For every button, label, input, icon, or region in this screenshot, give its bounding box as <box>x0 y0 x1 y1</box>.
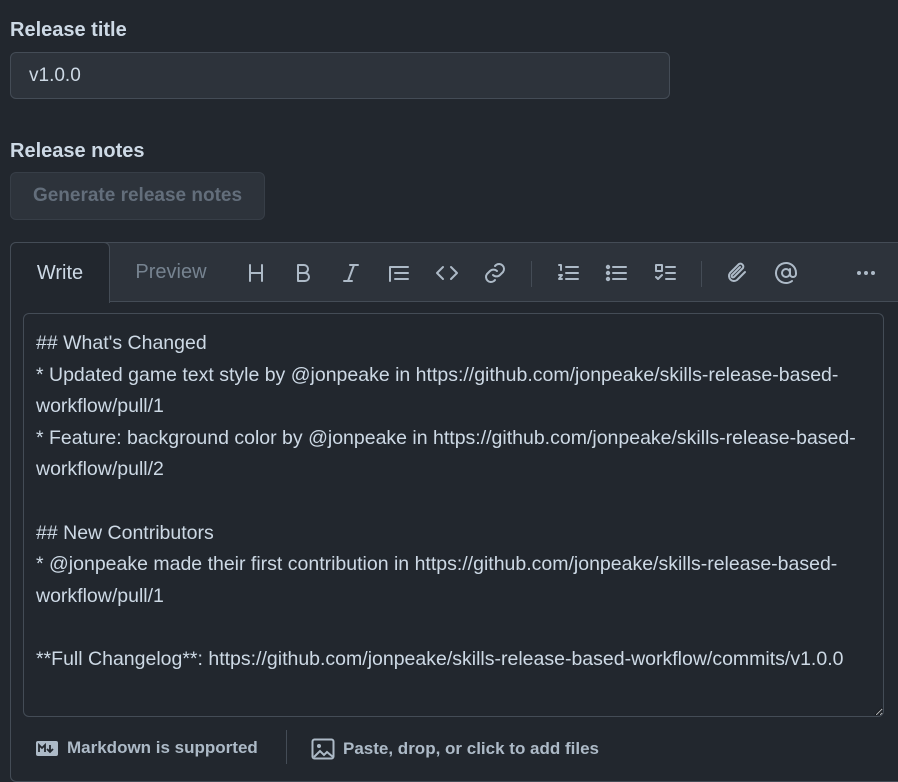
editor-toolbar: Write Preview <box>10 242 898 303</box>
quote-icon[interactable] <box>382 257 416 289</box>
markdown-icon <box>36 740 58 756</box>
tab-preview[interactable]: Preview <box>126 242 216 303</box>
markdown-supported-link[interactable]: Markdown is supported <box>35 738 258 758</box>
ordered-list-icon[interactable] <box>551 257 585 289</box>
toolbar-divider <box>531 261 532 287</box>
add-files-button[interactable]: Paste, drop, or click to add files <box>311 738 599 760</box>
markdown-supported-label: Markdown is supported <box>67 738 258 757</box>
add-files-label: Paste, drop, or click to add files <box>343 739 600 758</box>
release-title-input[interactable] <box>10 52 670 99</box>
markdown-editor: Write Preview ## What's Changed * Update… <box>10 242 898 782</box>
more-icon[interactable] <box>849 257 883 289</box>
editor-footer: Markdown is supported Paste, drop, or cl… <box>25 730 898 764</box>
bold-icon[interactable] <box>286 257 320 289</box>
image-icon <box>311 738 335 760</box>
release-notes-label: Release notes <box>10 140 145 162</box>
mention-icon[interactable] <box>769 257 803 289</box>
link-icon[interactable] <box>478 257 512 289</box>
footer-divider <box>286 730 287 764</box>
task-list-icon[interactable] <box>648 257 682 289</box>
toolbar-divider <box>701 261 702 287</box>
unordered-list-icon[interactable] <box>599 257 633 289</box>
generate-release-notes-button[interactable]: Generate release notes <box>10 172 265 220</box>
code-icon[interactable] <box>430 257 464 289</box>
italic-icon[interactable] <box>334 257 368 289</box>
heading-icon[interactable] <box>239 257 273 289</box>
attach-icon[interactable] <box>720 257 754 289</box>
release-notes-textarea[interactable]: ## What's Changed * Updated game text st… <box>23 313 884 717</box>
tab-write[interactable]: Write <box>10 242 110 303</box>
release-title-label: Release title <box>10 19 127 41</box>
